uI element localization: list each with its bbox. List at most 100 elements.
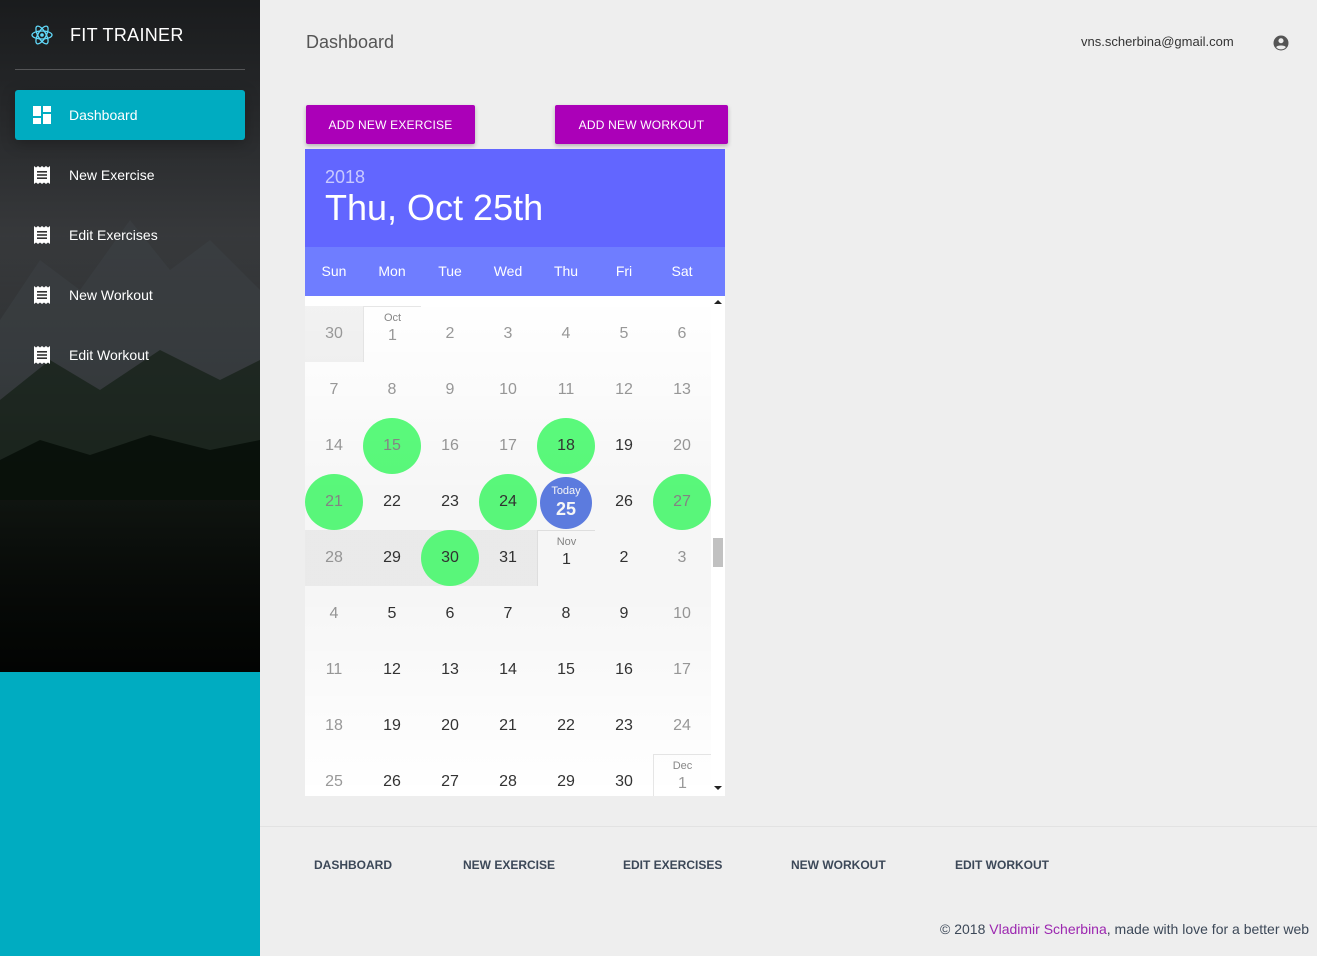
calendar-day[interactable]: 3 [653, 530, 711, 586]
calendar-day[interactable]: 20 [653, 418, 711, 474]
calendar-day[interactable]: 25 [305, 754, 363, 796]
footer-link-new-workout[interactable]: NEW WORKOUT [791, 858, 886, 872]
calendar-day[interactable]: 29 [363, 530, 421, 586]
day-number: 27 [673, 493, 691, 510]
calendar-day[interactable]: 14 [305, 418, 363, 474]
calendar-day[interactable]: 2 [421, 306, 479, 362]
sidebar-item-edit-workout[interactable]: Edit Workout [15, 330, 245, 380]
calendar-day[interactable]: 22 [363, 474, 421, 530]
footer-link-new-exercise[interactable]: NEW EXERCISE [463, 858, 555, 872]
calendar-day-workout[interactable]: 21 [305, 474, 363, 530]
calendar-day[interactable]: Oct 1 [363, 306, 421, 362]
add-new-exercise-button[interactable]: ADD NEW EXERCISE [306, 105, 475, 144]
scroll-down-arrow-icon[interactable] [714, 786, 722, 790]
day-number: 17 [673, 661, 691, 678]
day-number: 14 [325, 437, 343, 454]
calendar-day-workout[interactable]: 27 [653, 474, 711, 530]
calendar-day[interactable]: 19 [363, 698, 421, 754]
selected-year[interactable]: 2018 [325, 167, 725, 188]
calendar-day[interactable]: 31 [479, 530, 537, 586]
calendar-day[interactable]: 24 [653, 698, 711, 754]
calendar-day[interactable]: 30 [305, 306, 363, 362]
calendar-day[interactable]: 7 [479, 586, 537, 642]
calendar-day[interactable]: 10 [479, 362, 537, 418]
calendar-day[interactable]: 30 [595, 754, 653, 796]
day-number: 16 [615, 661, 633, 678]
brand-logo[interactable]: FIT TRAINER [0, 0, 260, 70]
calendar-day[interactable]: 29 [537, 754, 595, 796]
day-number: 26 [383, 773, 401, 790]
calendar-day[interactable]: 9 [595, 586, 653, 642]
calendar-day[interactable]: 7 [305, 362, 363, 418]
calendar-day[interactable]: 10 [653, 586, 711, 642]
calendar-day[interactable]: 23 [595, 698, 653, 754]
calendar-day[interactable]: 5 [363, 586, 421, 642]
calendar-day[interactable]: 23 [421, 474, 479, 530]
calendar-day[interactable]: 4 [305, 586, 363, 642]
calendar-day[interactable]: 12 [363, 642, 421, 698]
footer-copyright: © 2018 Vladimir Scherbina, made with lov… [940, 921, 1309, 937]
calendar-day[interactable]: 28 [479, 754, 537, 796]
calendar-day-today[interactable]: Today 25 [537, 474, 595, 530]
calendar-day[interactable]: 4 [537, 306, 595, 362]
calendar-day[interactable]: 5 [595, 306, 653, 362]
calendar-day[interactable]: 13 [421, 642, 479, 698]
calendar-day[interactable]: 17 [479, 418, 537, 474]
calendar-scroll-area[interactable]: 30 Oct 1 2 3 4 5 6 7 8 9 10 11 12 13 14 15 16 17 18 19 20 21 22… [305, 296, 725, 796]
calendar-day[interactable]: Dec 1 [653, 754, 711, 796]
day-number: 18 [557, 437, 575, 454]
day-number: 28 [325, 549, 343, 566]
weekday-label: Thu [553, 263, 579, 279]
scroll-up-arrow-icon[interactable] [714, 300, 722, 304]
sidebar-item-dashboard[interactable]: Dashboard [15, 90, 245, 140]
author-link[interactable]: Vladimir Scherbina [989, 921, 1107, 937]
calendar-day[interactable]: 9 [421, 362, 479, 418]
add-new-workout-button[interactable]: ADD NEW WORKOUT [555, 105, 728, 144]
receipt-icon [34, 226, 50, 244]
calendar-day[interactable]: 12 [595, 362, 653, 418]
footer-link-edit-workout[interactable]: EDIT WORKOUT [955, 858, 1049, 872]
footer-link-edit-exercises[interactable]: EDIT EXERCISES [623, 858, 722, 872]
calendar-day[interactable]: 11 [305, 642, 363, 698]
calendar-day[interactable]: 18 [305, 698, 363, 754]
calendar-day[interactable]: 20 [421, 698, 479, 754]
day-number: 20 [673, 437, 691, 454]
scroll-thumb[interactable] [713, 538, 723, 567]
day-number: 31 [499, 549, 517, 566]
calendar-day[interactable]: 26 [363, 754, 421, 796]
calendar-day[interactable]: 8 [363, 362, 421, 418]
day-number: 1 [678, 775, 687, 792]
calendar-day[interactable]: 17 [653, 642, 711, 698]
day-number: 6 [445, 605, 455, 622]
sidebar-item-edit-exercises[interactable]: Edit Exercises [15, 210, 245, 260]
calendar-day[interactable]: 13 [653, 362, 711, 418]
calendar-day[interactable]: 22 [537, 698, 595, 754]
calendar-day[interactable]: 3 [479, 306, 537, 362]
account-circle-icon[interactable] [1272, 34, 1290, 52]
calendar-day[interactable]: 26 [595, 474, 653, 530]
calendar-day-workout[interactable]: 30 [421, 530, 479, 586]
calendar-day-workout[interactable]: 15 [363, 418, 421, 474]
calendar-day[interactable]: 27 [421, 754, 479, 796]
calendar-day[interactable]: 15 [537, 642, 595, 698]
calendar-day[interactable]: 14 [479, 642, 537, 698]
calendar-day[interactable]: 16 [421, 418, 479, 474]
footer-link-dashboard[interactable]: DASHBOARD [314, 858, 392, 872]
calendar-day[interactable]: Nov 1 [537, 530, 595, 586]
calendar-day[interactable]: 2 [595, 530, 653, 586]
calendar-day-workout[interactable]: 24 [479, 474, 537, 530]
calendar-day[interactable]: 11 [537, 362, 595, 418]
calendar-day[interactable]: 8 [537, 586, 595, 642]
calendar-day[interactable]: 19 [595, 418, 653, 474]
sidebar-item-new-workout[interactable]: New Workout [15, 270, 245, 320]
day-number: 3 [503, 325, 513, 342]
weekday-label: Tue [438, 263, 462, 279]
calendar-day[interactable]: 16 [595, 642, 653, 698]
calendar-day-workout[interactable]: 18 [537, 418, 595, 474]
calendar-day[interactable]: 21 [479, 698, 537, 754]
calendar-day[interactable]: 6 [421, 586, 479, 642]
calendar-day[interactable]: 28 [305, 530, 363, 586]
calendar-scrollbar[interactable] [711, 296, 725, 796]
calendar-day[interactable]: 6 [653, 306, 711, 362]
sidebar-item-new-exercise[interactable]: New Exercise [15, 150, 245, 200]
